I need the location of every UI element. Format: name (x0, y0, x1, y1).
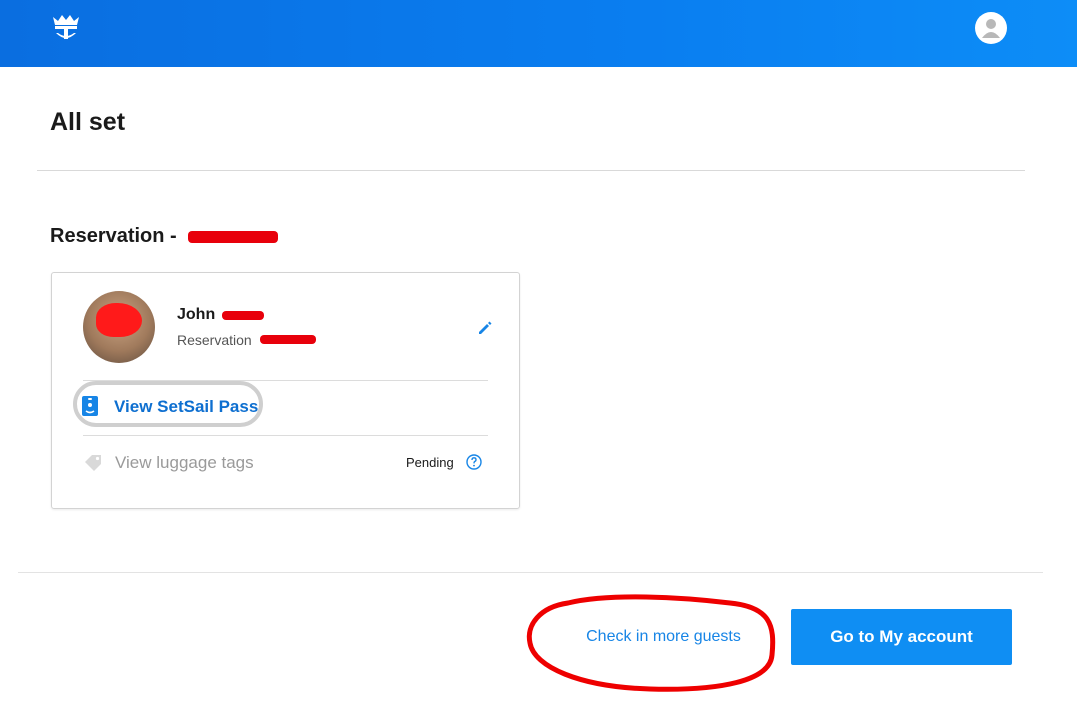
user-silhouette-icon (982, 19, 1000, 38)
guest-card: John Reservation View SetSail Pass View … (51, 272, 520, 509)
divider (37, 170, 1025, 171)
page-title: All set (50, 108, 126, 136)
divider (18, 572, 1043, 573)
redaction-mark (222, 311, 264, 320)
user-avatar-icon[interactable] (975, 12, 1007, 44)
question-circle-icon[interactable] (466, 454, 482, 470)
guest-reservation: Reservation (177, 332, 252, 348)
guest-name: John (177, 306, 216, 323)
redaction-mark (188, 231, 278, 243)
annotation-circle (526, 594, 776, 692)
reservation-heading-label: Reservation - (50, 225, 177, 247)
redaction-mark (260, 335, 316, 344)
pencil-icon[interactable] (476, 319, 494, 337)
go-to-my-account-button[interactable]: Go to My account (791, 609, 1012, 665)
redaction-mark (96, 303, 142, 337)
crown-anchor-icon[interactable] (50, 11, 82, 43)
setsail-pass-icon (82, 396, 98, 416)
guest-photo (83, 291, 155, 363)
luggage-tag-icon (85, 455, 101, 471)
view-setsail-pass-link[interactable]: View SetSail Pass (114, 397, 258, 417)
view-luggage-tags-link: View luggage tags (115, 453, 254, 472)
reservation-heading: Reservation - (50, 225, 177, 248)
luggage-status: Pending (406, 455, 454, 470)
top-navigation-bar (0, 0, 1077, 67)
divider (83, 435, 488, 436)
